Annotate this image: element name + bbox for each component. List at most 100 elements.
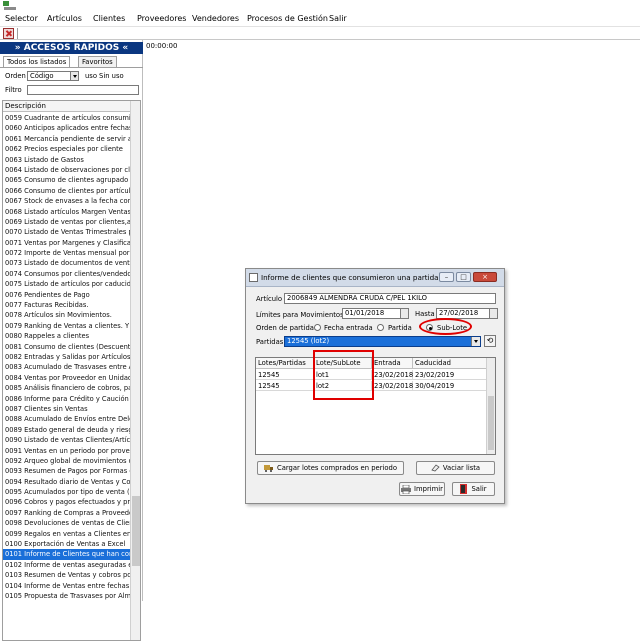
list-item[interactable]: 0078 Artículos sin Movimientos.	[3, 310, 131, 320]
print-button[interactable]: Imprimir	[399, 482, 445, 496]
toolbar-separator	[17, 28, 18, 39]
cell-caducidad-2[interactable]: 30/04/2019	[413, 381, 487, 391]
date-from-value: 01/01/2018	[345, 309, 385, 317]
order-partida-label: Orden de partida:	[256, 324, 317, 332]
grid-scrollbar[interactable]	[486, 358, 495, 454]
list-item[interactable]: 0082 Entradas y Salidas por Artículos y …	[3, 352, 131, 362]
radio-partida[interactable]	[377, 324, 384, 331]
list-item[interactable]: 0064 Listado de observaciones por client	[3, 165, 131, 175]
list-item[interactable]: 0087 Clientes sin Ventas	[3, 404, 131, 414]
cell-lote-2[interactable]: 12545	[256, 381, 314, 391]
list-header-description[interactable]: Descripción	[3, 101, 131, 112]
list-item[interactable]: 0062 Precios especiales por cliente	[3, 144, 131, 154]
list-item[interactable]: 0092 Arqueo global de movimientos de ef	[3, 456, 131, 466]
date-from-field[interactable]: 01/01/2018	[342, 308, 409, 319]
grid-scrollbar-thumb[interactable]	[488, 396, 494, 450]
list-item[interactable]: 0094 Resultado diario de Ventas y Compr	[3, 477, 131, 487]
list-item[interactable]: 0072 Importe de Ventas mensual por Artíc	[3, 248, 131, 258]
cell-entrada-2[interactable]: 23/02/2018	[372, 381, 413, 391]
list-item[interactable]: 0093 Resumen de Pagos por Formas de P	[3, 466, 131, 476]
cell-caducidad-1[interactable]: 23/02/2019	[413, 370, 487, 380]
list-item[interactable]: 0099 Regalos en ventas a Clientes entre	[3, 529, 131, 539]
col-header-lotes[interactable]: Lotes/Partidas	[256, 358, 314, 369]
list-item[interactable]: 0063 Listado de Gastos	[3, 155, 131, 165]
toolbar	[0, 27, 640, 40]
list-scrollbar[interactable]	[130, 101, 140, 640]
menu-procesos-gestion[interactable]: Procesos de Gestión	[247, 14, 328, 23]
list-item[interactable]: 0079 Ranking de Ventas a clientes. Y BEN	[3, 321, 131, 331]
lots-grid: Lotes/Partidas Lote/SubLote Entrada Cadu…	[255, 357, 496, 455]
list-item[interactable]: 0075 Listado de artículos por caducidad …	[3, 279, 131, 289]
date-to-value: 27/02/2018	[439, 309, 479, 317]
list-item[interactable]: 0071 Ventas por Margenes y Clasificacio	[3, 238, 131, 248]
menu-proveedores[interactable]: Proveedores	[137, 14, 186, 23]
list-item[interactable]: 0069 Listado de ventas por clientes,año …	[3, 217, 131, 227]
partidas-select[interactable]: 12545 (lot2)	[284, 336, 481, 347]
chevron-down-icon[interactable]	[400, 309, 408, 318]
tab-all-listings[interactable]: Todos los listados	[3, 56, 71, 67]
list-item[interactable]: 0059 Cuadrante de artículos consumidos	[3, 113, 131, 123]
list-item[interactable]: 0097 Ranking de Compras a Proveedores	[3, 508, 131, 518]
list-item[interactable]: 0083 Acumulado de Trasvases entre Alm	[3, 362, 131, 372]
order-select[interactable]: Código	[27, 71, 79, 81]
radio-fecha-entrada-label: Fecha entrada	[324, 324, 373, 332]
list-item[interactable]: 0077 Facturas Recibidas.	[3, 300, 131, 310]
list-item[interactable]: 0103 Resumen de Ventas y cobros por V	[3, 570, 131, 580]
chevron-down-icon	[70, 72, 78, 80]
list-item[interactable]: 0089 Estado general de deuda y riesgo p	[3, 425, 131, 435]
col-header-caducidad[interactable]: Caducidad	[413, 358, 487, 369]
annotation-rectangle	[313, 350, 374, 400]
list-item[interactable]: 0100 Exportación de Ventas a Excel	[3, 539, 131, 549]
menu-clientes[interactable]: Clientes	[93, 14, 125, 23]
list-item[interactable]: 0095 Acumulados por tipo de venta (cont	[3, 487, 131, 497]
article-field[interactable]: 2006849 ALMENDRA CRUDA C/PEL 1KILO	[284, 293, 496, 304]
list-item[interactable]: 0068 Listado artículos Margen Ventas,Sto	[3, 207, 131, 217]
close-icon[interactable]	[3, 28, 14, 39]
list-item[interactable]: 0074 Consumos por clientes/vendedores	[3, 269, 131, 279]
list-scrollbar-thumb[interactable]	[132, 496, 140, 566]
list-item[interactable]: 0096 Cobros y pagos efectuados y previs	[3, 497, 131, 507]
chevron-down-icon[interactable]	[489, 309, 497, 318]
list-item[interactable]: 0090 Listado de ventas Clientes/Artículo…	[3, 435, 131, 445]
cell-entrada-1[interactable]: 23/02/2018	[372, 370, 413, 380]
list-item[interactable]: 0085 Análisis financiero de cobros, pago…	[3, 383, 131, 393]
tab-favorites[interactable]: Favoritos	[78, 56, 117, 67]
list-item[interactable]: 0067 Stock de envases a la fecha con va	[3, 196, 131, 206]
refresh-icon[interactable]: ⟲	[484, 335, 496, 347]
menu-articulos[interactable]: Artículos	[47, 14, 82, 23]
list-item[interactable]: 0102 Informe de ventas aseguradas entre	[3, 560, 131, 570]
exit-button[interactable]: Salir	[452, 482, 495, 496]
clear-list-button[interactable]: Vaciar lista	[416, 461, 495, 475]
list-item[interactable]: 0060 Anticipos aplicados entre fechas	[3, 123, 131, 133]
cell-lote-1[interactable]: 12545	[256, 370, 314, 380]
list-item[interactable]: 0084 Ventas por Proveedor en Unidades.	[3, 373, 131, 383]
quick-access-panel: » ACCESOS RAPIDOS « Todos los listados F…	[0, 40, 143, 641]
col-header-entrada[interactable]: Entrada	[372, 358, 413, 369]
list-item[interactable]: 0070 Listado de Ventas Trimestrales por	[3, 227, 131, 237]
list-item[interactable]: 0065 Consumo de clientes agrupado por a	[3, 175, 131, 185]
list-item[interactable]: 0073 Listado de documentos de ventas c	[3, 258, 131, 268]
quick-access-header[interactable]: » ACCESOS RAPIDOS «	[0, 42, 143, 54]
list-item[interactable]: 0076 Pendientes de Pago	[3, 290, 131, 300]
list-item[interactable]: 0104 Informe de Ventas entre fechas cor	[3, 581, 131, 591]
list-item[interactable]: 0098 Devoluciones de ventas de Clientes	[3, 518, 131, 528]
list-item[interactable]: 0081 Consumo de clientes (Descuentos)	[3, 342, 131, 352]
list-item[interactable]: 0088 Acumulado de Envíos entre Delegac	[3, 414, 131, 424]
exit-label: Salir	[471, 485, 487, 493]
list-item[interactable]: 0086 Informe para Crédito y Caución (Ven	[3, 394, 131, 404]
list-item[interactable]: 0080 Rappeles a clientes	[3, 331, 131, 341]
radio-fecha-entrada[interactable]	[314, 324, 321, 331]
list-item[interactable]: 0091 Ventas en un periodo por proveedo	[3, 446, 131, 456]
menu-salir[interactable]: Salir	[329, 14, 347, 23]
list-item[interactable]: 0101 Informe de Clientes que han consum	[3, 549, 131, 560]
close-button[interactable]: ×	[473, 272, 497, 282]
list-item[interactable]: 0105 Propuesta de Trasvases por Almac	[3, 591, 131, 601]
menu-vendedores[interactable]: Vendedores	[192, 14, 239, 23]
load-lots-button[interactable]: Cargar lotes comprados en periodo	[257, 461, 404, 475]
menu-selector[interactable]: Selector	[5, 14, 38, 23]
maximize-button[interactable]: □	[456, 272, 471, 282]
minimize-button[interactable]: –	[439, 272, 454, 282]
list-item[interactable]: 0066 Consumo de clientes por artículos c	[3, 186, 131, 196]
list-item[interactable]: 0061 Mercancía pendiente de servir a cli…	[3, 134, 131, 144]
filter-input[interactable]	[27, 85, 139, 95]
